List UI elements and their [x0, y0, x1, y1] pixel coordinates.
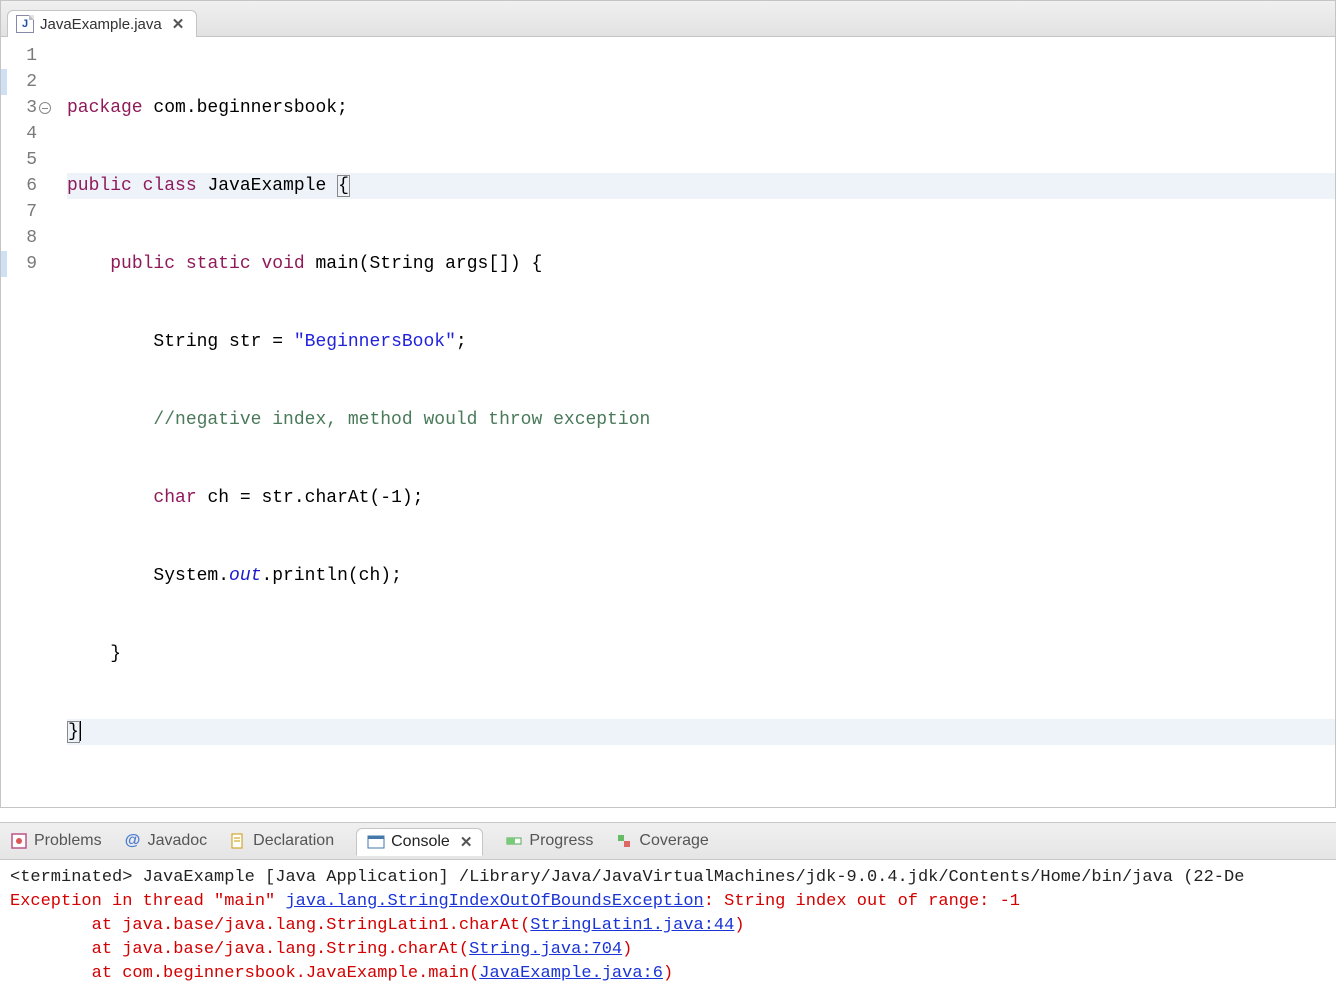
indent	[10, 940, 92, 959]
views-region: Problems @ Javadoc Declaration Console ✕…	[0, 822, 1336, 996]
tab-label: Problems	[34, 832, 102, 850]
javadoc-icon: @	[124, 832, 142, 850]
keyword: public	[67, 176, 132, 196]
code-text-span: com.beginnersbook;	[143, 98, 348, 118]
trace-text: at com.beginnersbook.JavaExample.main(	[92, 964, 480, 983]
coverage-icon	[615, 832, 633, 850]
tab-progress[interactable]: Progress	[505, 832, 593, 850]
brace: {	[337, 175, 350, 197]
static-field: out	[229, 566, 261, 586]
file-tab[interactable]: J JavaExample.java ✕	[7, 10, 197, 37]
indent	[67, 332, 153, 352]
editor-region: J JavaExample.java ✕ 1 2 3 4 5 6 7 8 9	[0, 0, 1336, 808]
tab-label: Javadoc	[148, 832, 208, 850]
keyword: char	[153, 488, 196, 508]
code-text-span: String str =	[153, 332, 293, 352]
exception-suffix: : String index out of range: -1	[704, 892, 1020, 911]
code-text-span: main(String args[]) {	[305, 254, 543, 274]
trace-text: at java.base/java.lang.StringLatin1.char…	[92, 916, 531, 935]
indent	[67, 410, 153, 430]
tab-label: Coverage	[639, 832, 708, 850]
tab-coverage[interactable]: Coverage	[615, 832, 708, 850]
brace: }	[110, 644, 121, 664]
keyword: public	[110, 254, 175, 274]
file-tab-label: JavaExample.java	[40, 16, 162, 33]
keyword: package	[67, 98, 143, 118]
code-text-span: JavaExample	[197, 176, 337, 196]
tab-label: Console	[391, 833, 450, 851]
keyword: void	[261, 254, 304, 274]
views-tab-bar: Problems @ Javadoc Declaration Console ✕…	[0, 822, 1336, 860]
trace-text: )	[663, 964, 673, 983]
java-file-icon: J	[16, 15, 34, 33]
console-icon	[367, 833, 385, 851]
keyword: static	[186, 254, 251, 274]
exception-prefix: Exception in thread "main"	[10, 892, 285, 911]
code-text[interactable]: package com.beginnersbook; public class …	[47, 43, 1335, 797]
trace-link[interactable]: StringLatin1.java:44	[530, 916, 734, 935]
close-icon[interactable]: ✕	[168, 15, 185, 33]
text-cursor	[80, 721, 81, 741]
trace-link[interactable]: String.java:704	[469, 940, 622, 959]
problems-icon	[10, 832, 28, 850]
indent	[67, 644, 110, 664]
tab-problems[interactable]: Problems	[10, 832, 102, 850]
code-text-span: System.	[153, 566, 229, 586]
console-exception-line: Exception in thread "main" java.lang.Str…	[10, 890, 1326, 914]
comment: //negative index, method would throw exc…	[153, 410, 650, 430]
line-number-gutter: 1 2 3 4 5 6 7 8 9	[7, 43, 47, 797]
code-text-span: ch = str.charAt(-1);	[197, 488, 424, 508]
tab-javadoc[interactable]: @ Javadoc	[124, 832, 208, 850]
tab-label: Progress	[529, 832, 593, 850]
indent	[67, 488, 153, 508]
exception-link[interactable]: java.lang.StringIndexOutOfBoundsExceptio…	[285, 892, 703, 911]
indent	[10, 916, 92, 935]
trace-text: at java.base/java.lang.String.charAt(	[92, 940, 469, 959]
code-text-span: .println(ch);	[261, 566, 401, 586]
tab-console[interactable]: Console ✕	[356, 828, 483, 856]
tab-label: Declaration	[253, 832, 334, 850]
brace: }	[67, 721, 80, 743]
stack-trace-line: at com.beginnersbook.JavaExample.main(Ja…	[10, 962, 1326, 986]
stack-trace-line: at java.base/java.lang.String.charAt(Str…	[10, 938, 1326, 962]
indent	[67, 254, 110, 274]
trace-link[interactable]: JavaExample.java:6	[479, 964, 663, 983]
editor-tab-bar: J JavaExample.java ✕	[1, 1, 1335, 37]
trace-text: )	[622, 940, 632, 959]
console-header: <terminated> JavaExample [Java Applicati…	[10, 866, 1326, 890]
progress-icon	[505, 832, 523, 850]
declaration-icon	[229, 832, 247, 850]
close-icon[interactable]: ✕	[456, 833, 473, 851]
console-output[interactable]: <terminated> JavaExample [Java Applicati…	[0, 860, 1336, 996]
stack-trace-line: at java.base/java.lang.StringLatin1.char…	[10, 914, 1326, 938]
code-text-span: ;	[456, 332, 467, 352]
tab-declaration[interactable]: Declaration	[229, 832, 334, 850]
fold-toggle-icon[interactable]	[39, 102, 51, 114]
indent	[10, 964, 92, 983]
code-area[interactable]: 1 2 3 4 5 6 7 8 9 package com.beginnersb…	[1, 37, 1335, 807]
string-literal: "BeginnersBook"	[294, 332, 456, 352]
trace-text: )	[734, 916, 744, 935]
keyword: class	[143, 176, 197, 196]
indent	[67, 566, 153, 586]
